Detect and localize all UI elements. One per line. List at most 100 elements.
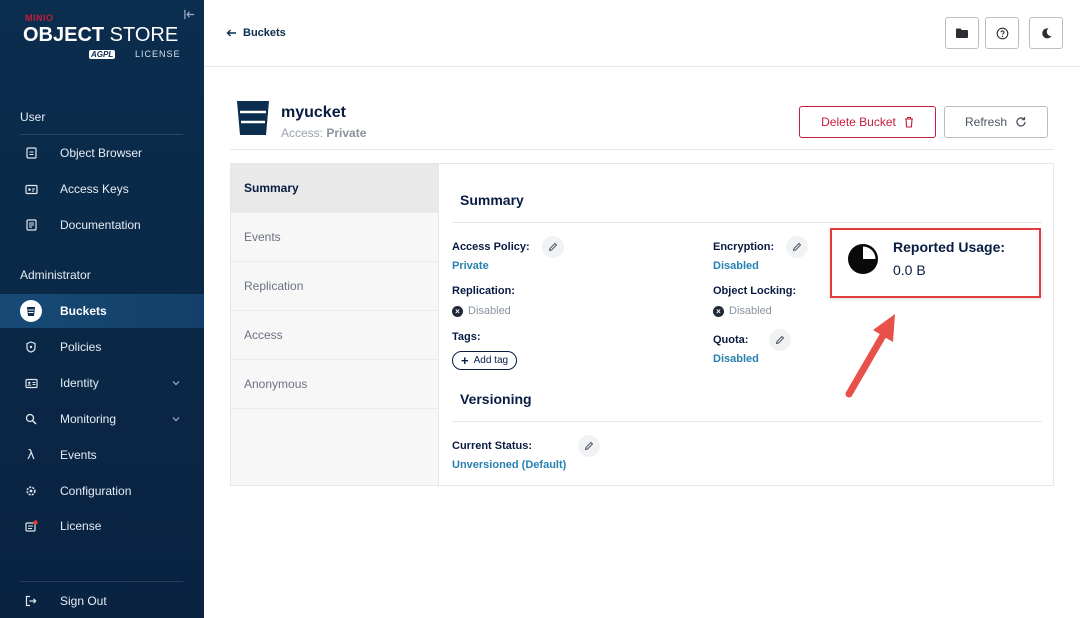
quota-label: Quota: xyxy=(713,334,749,346)
help-button[interactable] xyxy=(985,17,1019,49)
bucket-details-panel: Summary Events Replication Access Anonym… xyxy=(230,163,1054,486)
sidebar-item-label: Events xyxy=(60,448,97,462)
moon-icon xyxy=(1041,27,1051,38)
object-locking-label: Object Locking: xyxy=(713,285,797,297)
sidebar-item-label: Access Keys xyxy=(60,182,129,196)
logo-product: OBJECT STORE xyxy=(23,24,178,47)
agpl-badge: AGPL xyxy=(89,50,116,59)
sidebar-item-configuration[interactable]: Configuration xyxy=(0,474,204,508)
divider xyxy=(20,134,183,135)
bucket-name: myucket xyxy=(281,104,346,121)
encryption-value[interactable]: Disabled xyxy=(713,260,759,272)
chevron-down-icon xyxy=(172,381,180,386)
versioning-status-value[interactable]: Unversioned (Default) xyxy=(452,459,566,471)
sidebar-item-label: License xyxy=(60,519,102,533)
bucket-header: myucket Access: Private Delete Bucket Re… xyxy=(230,98,1054,150)
gear-icon xyxy=(24,484,38,498)
tab-anonymous[interactable]: Anonymous xyxy=(231,360,438,409)
bucket-access-value: Private xyxy=(326,126,367,140)
dark-mode-toggle[interactable] xyxy=(1029,17,1063,49)
sidebar-item-events[interactable]: λ Events xyxy=(0,438,204,472)
tags-label: Tags: xyxy=(452,331,481,343)
edit-versioning-button[interactable] xyxy=(578,435,600,457)
reported-usage-title: Reported Usage: xyxy=(893,239,1006,255)
close-circle-icon: × xyxy=(713,305,724,317)
back-to-buckets-link[interactable]: Buckets xyxy=(226,27,286,39)
sidebar-item-monitoring[interactable]: Monitoring xyxy=(0,402,204,436)
edit-access-policy-button[interactable] xyxy=(542,236,564,258)
pie-chart-icon xyxy=(848,244,878,274)
sidebar-item-identity[interactable]: Identity xyxy=(0,366,204,400)
access-policy-value[interactable]: Private xyxy=(452,260,489,272)
sidebar-item-label: Monitoring xyxy=(60,412,117,426)
logo-product-bold: OBJECT xyxy=(23,24,105,46)
versioning-heading: Versioning xyxy=(460,391,532,407)
minio-logo: MINIO OBJECT STORE AGPL LICENSE xyxy=(23,12,183,64)
replication-label: Replication: xyxy=(452,285,515,297)
tab-access[interactable]: Access xyxy=(231,311,438,360)
reported-usage-value: 0.0 B xyxy=(893,262,926,278)
sidebar-item-label: Policies xyxy=(60,340,102,354)
sidebar: MINIO OBJECT STORE AGPL LICENSE User Obj… xyxy=(0,0,204,618)
sidebar-item-buckets[interactable]: Buckets xyxy=(0,294,204,328)
monitoring-icon xyxy=(24,412,38,426)
object-browser-button[interactable] xyxy=(945,17,979,49)
tab-replication[interactable]: Replication xyxy=(231,262,438,311)
logo-product-rest: STORE xyxy=(104,24,179,46)
pencil-icon xyxy=(584,441,594,451)
access-keys-icon xyxy=(24,182,38,196)
divider xyxy=(452,421,1042,422)
sidebar-item-access-keys[interactable]: Access Keys xyxy=(0,172,204,206)
sidebar-item-label: Identity xyxy=(60,376,99,390)
tab-events[interactable]: Events xyxy=(231,213,438,262)
quota-value[interactable]: Disabled xyxy=(713,353,759,365)
back-label: Buckets xyxy=(243,27,286,39)
delete-bucket-label: Delete Bucket xyxy=(821,115,896,129)
sign-out-icon xyxy=(24,594,38,608)
buckets-icon xyxy=(20,300,42,322)
bucket-tabs: Summary Events Replication Access Anonym… xyxy=(231,164,439,485)
reported-usage-card: Reported Usage: 0.0 B xyxy=(830,228,1041,298)
sidebar-item-license[interactable]: License xyxy=(0,509,204,543)
pencil-icon xyxy=(792,242,802,252)
arrow-left-icon xyxy=(226,29,236,37)
annotation-arrow-icon xyxy=(845,314,895,398)
sidebar-item-label: Configuration xyxy=(60,484,132,498)
collapse-sidebar-icon[interactable] xyxy=(182,9,196,23)
add-tag-button[interactable]: + Add tag xyxy=(452,351,518,370)
lambda-icon: λ xyxy=(27,447,35,463)
divider xyxy=(452,222,1042,223)
minio-console: MINIO OBJECT STORE AGPL LICENSE User Obj… xyxy=(0,0,1080,618)
object-locking-value: Disabled xyxy=(729,305,772,317)
sidebar-item-documentation[interactable]: Documentation xyxy=(0,208,204,242)
sign-out-button[interactable]: Sign Out xyxy=(0,584,204,618)
edit-quota-button[interactable] xyxy=(769,329,791,351)
sidebar-item-label: Object Browser xyxy=(60,146,143,160)
top-bar: Buckets xyxy=(204,0,1080,67)
refresh-button[interactable]: Refresh xyxy=(944,106,1048,138)
refresh-label: Refresh xyxy=(964,115,1008,129)
sidebar-item-object-browser[interactable]: Object Browser xyxy=(0,136,204,170)
section-title-administrator: Administrator xyxy=(20,268,91,282)
divider xyxy=(20,581,183,582)
policies-icon xyxy=(24,340,38,354)
object-locking-status: × Disabled xyxy=(713,305,772,317)
bucket-access-label: Access: xyxy=(281,126,324,140)
documentation-icon xyxy=(24,218,38,232)
plus-icon: + xyxy=(461,352,469,368)
edit-encryption-button[interactable] xyxy=(786,236,808,258)
bucket-icon xyxy=(237,101,269,135)
summary-heading: Summary xyxy=(460,192,524,208)
tab-summary[interactable]: Summary xyxy=(231,164,438,213)
identity-icon xyxy=(24,376,38,390)
license-icon xyxy=(24,519,38,533)
pencil-icon xyxy=(775,335,785,345)
chevron-down-icon xyxy=(172,417,180,422)
folder-icon xyxy=(956,28,968,38)
delete-bucket-button[interactable]: Delete Bucket xyxy=(799,106,936,138)
close-circle-icon: × xyxy=(452,305,463,317)
sidebar-item-policies[interactable]: Policies xyxy=(0,330,204,364)
add-tag-label: Add tag xyxy=(473,355,509,366)
replication-status: × Disabled xyxy=(452,305,511,317)
object-browser-icon xyxy=(24,146,38,160)
